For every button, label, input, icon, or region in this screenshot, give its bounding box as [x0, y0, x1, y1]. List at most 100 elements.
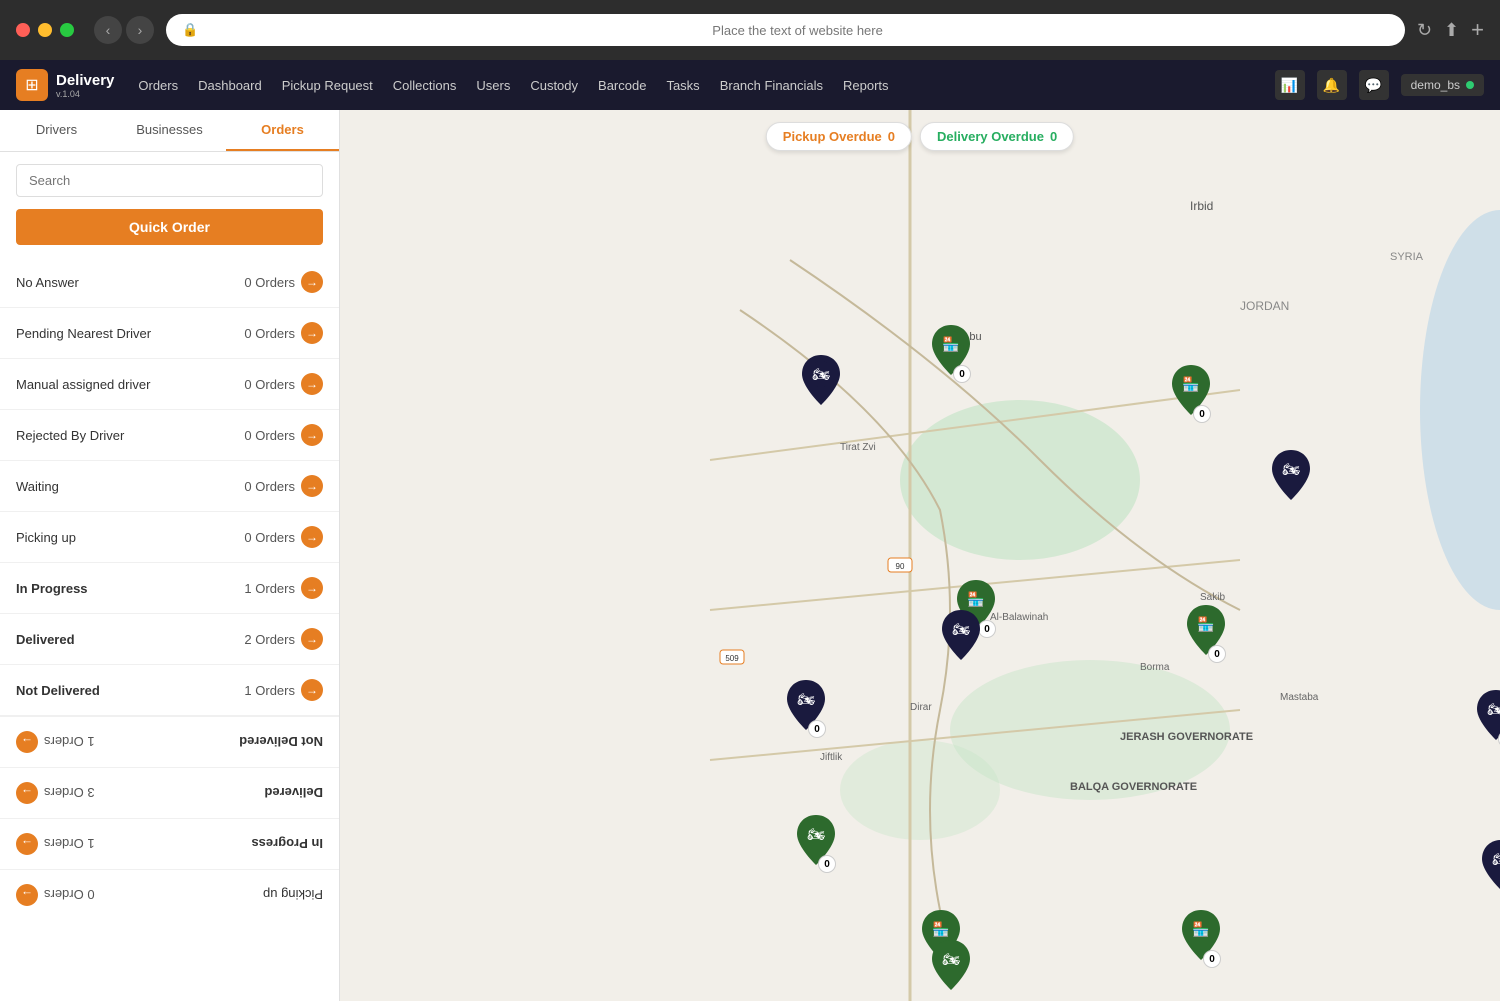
new-tab-button[interactable]: + — [1471, 17, 1484, 43]
nav-custody[interactable]: Custody — [530, 78, 578, 93]
waiting-arrow[interactable]: → — [301, 475, 323, 497]
not-delivered-flipped-arrow[interactable]: → — [16, 731, 38, 753]
forward-button[interactable]: › — [126, 16, 154, 44]
order-item-picking-up[interactable]: Picking up 0 Orders → — [0, 512, 339, 563]
order-item-delivered[interactable]: Delivered 2 Orders → — [0, 614, 339, 665]
map-pin-bike-2[interactable]: 🏍 — [1270, 450, 1312, 500]
nav-arrows: ‹ › — [94, 16, 154, 44]
svg-text:🏪: 🏪 — [967, 591, 984, 608]
order-item-pending-nearest[interactable]: Pending Nearest Driver 0 Orders → — [0, 308, 339, 359]
nav-dashboard[interactable]: Dashboard — [198, 78, 262, 93]
map-pin-bike-4[interactable]: 🏍 0 — [785, 680, 827, 738]
delivered-arrow[interactable]: → — [301, 628, 323, 650]
order-item-waiting[interactable]: Waiting 0 Orders → — [0, 461, 339, 512]
map-pin-bike-6[interactable]: 🏍 0 — [1480, 840, 1500, 898]
online-indicator — [1466, 81, 1474, 89]
order-item-delivered-flipped[interactable]: Delivered 3 Orders → — [0, 767, 339, 818]
map-pin-bike-7[interactable]: 🏍 — [930, 940, 972, 990]
share-button[interactable]: ⬆ — [1444, 20, 1459, 41]
no-answer-arrow[interactable]: → — [301, 271, 323, 293]
search-input[interactable] — [16, 164, 323, 197]
map-pin-store-2[interactable]: 🏪 0 — [1170, 365, 1212, 423]
delivery-overdue-badge[interactable]: Delivery Overdue 0 — [920, 122, 1074, 151]
map-pin-store-1[interactable]: 🏪 0 — [930, 325, 972, 383]
manual-assigned-arrow[interactable]: → — [301, 373, 323, 395]
delivered-count: 2 Orders → — [244, 628, 323, 650]
in-progress-label: In Progress — [16, 581, 88, 596]
rejected-by-driver-arrow[interactable]: → — [301, 424, 323, 446]
nav-collections[interactable]: Collections — [393, 78, 457, 93]
manual-assigned-label: Manual assigned driver — [16, 377, 150, 392]
picking-up-arrow[interactable]: → — [301, 526, 323, 548]
nav-right: 📊 🔔 💬 demo_bs — [1275, 70, 1484, 100]
picking-up-flipped-arrow[interactable]: → — [16, 884, 38, 906]
back-button[interactable]: ‹ — [94, 16, 122, 44]
tab-businesses[interactable]: Businesses — [113, 110, 226, 151]
brand: ⊞ Delivery v.1.04 — [16, 69, 114, 101]
order-item-in-progress-flipped[interactable]: In Progress 1 Orders → — [0, 818, 339, 869]
svg-text:🏪: 🏪 — [1192, 921, 1209, 938]
order-item-not-delivered-flipped[interactable]: Not Delivered 1 Orders → — [0, 716, 339, 767]
user-badge[interactable]: demo_bs — [1401, 74, 1484, 96]
pickup-overdue-badge[interactable]: Pickup Overdue 0 — [766, 122, 912, 151]
address-bar[interactable]: 🔒 Place the text of website here — [166, 14, 1405, 46]
sidebar: Drivers Businesses Orders Quick Order No… — [0, 110, 340, 1001]
map-pin-bike-3[interactable]: 🏍 — [940, 610, 982, 660]
not-delivered-arrow[interactable]: → — [301, 679, 323, 701]
in-progress-flipped-arrow[interactable]: → — [16, 833, 38, 855]
minimize-button[interactable] — [38, 23, 52, 37]
order-item-picking-up-flipped[interactable]: Picking up 0 Orders → — [0, 869, 339, 920]
nav-reports[interactable]: Reports — [843, 78, 889, 93]
order-item-no-answer[interactable]: No Answer 0 Orders → — [0, 257, 339, 308]
map-area[interactable]: 90 509 JERASH GOVERNORATE BALQA GOVERNOR… — [340, 110, 1500, 1001]
quick-order-button[interactable]: Quick Order — [16, 209, 323, 245]
nav-branch-financials[interactable]: Branch Financials — [720, 78, 823, 93]
map-pin-store-4[interactable]: 🏪 0 — [1185, 605, 1227, 663]
nav-users[interactable]: Users — [476, 78, 510, 93]
map-pin-store-6[interactable]: 🏪 0 — [1180, 910, 1222, 968]
svg-text:🏍: 🏍 — [1282, 461, 1300, 477]
map-pin-bike-5[interactable]: 🏍 0 — [1475, 690, 1500, 748]
notifications-icon[interactable]: 🔔 — [1317, 70, 1347, 100]
delivered-flipped-arrow[interactable]: → — [16, 782, 38, 804]
svg-text:Sakib: Sakib — [1200, 592, 1225, 603]
tab-drivers[interactable]: Drivers — [0, 110, 113, 151]
delivery-overdue-count: 0 — [1050, 129, 1057, 144]
order-item-not-delivered[interactable]: Not Delivered 1 Orders → — [0, 665, 339, 716]
no-answer-count: 0 Orders → — [244, 271, 323, 293]
brand-name: Delivery v.1.04 — [56, 72, 114, 99]
close-button[interactable] — [16, 23, 30, 37]
messages-icon[interactable]: 💬 — [1359, 70, 1389, 100]
svg-text:Jiftlik: Jiftlik — [820, 752, 843, 763]
traffic-lights — [16, 23, 74, 37]
pin-count-4: 0 — [1208, 645, 1226, 663]
maximize-button[interactable] — [60, 23, 74, 37]
address-text: Place the text of website here — [206, 23, 1389, 38]
nav-tasks[interactable]: Tasks — [666, 78, 699, 93]
in-progress-arrow[interactable]: → — [301, 577, 323, 599]
delivered-label: Delivered — [16, 632, 75, 647]
main-content: Drivers Businesses Orders Quick Order No… — [0, 110, 1500, 1001]
order-item-rejected-by-driver[interactable]: Rejected By Driver 0 Orders → — [0, 410, 339, 461]
top-nav: ⊞ Delivery v.1.04 Orders Dashboard Picku… — [0, 60, 1500, 110]
tab-orders[interactable]: Orders — [226, 110, 339, 151]
nav-barcode[interactable]: Barcode — [598, 78, 646, 93]
map-pin-store-7[interactable]: 🏍 0 — [795, 815, 837, 873]
svg-text:Al-Balawinah: Al-Balawinah — [990, 612, 1048, 623]
map-pin-bike-1[interactable]: 🏍 — [800, 355, 842, 405]
order-item-in-progress[interactable]: In Progress 1 Orders → — [0, 563, 339, 614]
username: demo_bs — [1411, 78, 1460, 92]
nav-orders[interactable]: Orders — [138, 78, 178, 93]
order-item-manual-assigned[interactable]: Manual assigned driver 0 Orders → — [0, 359, 339, 410]
nav-pickup-request[interactable]: Pickup Request — [282, 78, 373, 93]
svg-text:🏪: 🏪 — [1197, 616, 1214, 633]
waiting-label: Waiting — [16, 479, 59, 494]
pin-count-9: 0 — [818, 855, 836, 873]
svg-text:Irbid: Irbid — [1190, 199, 1213, 213]
pending-nearest-arrow[interactable]: → — [301, 322, 323, 344]
refresh-button[interactable]: ↻ — [1417, 20, 1432, 41]
svg-text:SYRIA: SYRIA — [1390, 251, 1424, 263]
svg-text:🏪: 🏪 — [932, 921, 949, 938]
analytics-icon[interactable]: 📊 — [1275, 70, 1305, 100]
brand-version: v.1.04 — [56, 89, 114, 99]
